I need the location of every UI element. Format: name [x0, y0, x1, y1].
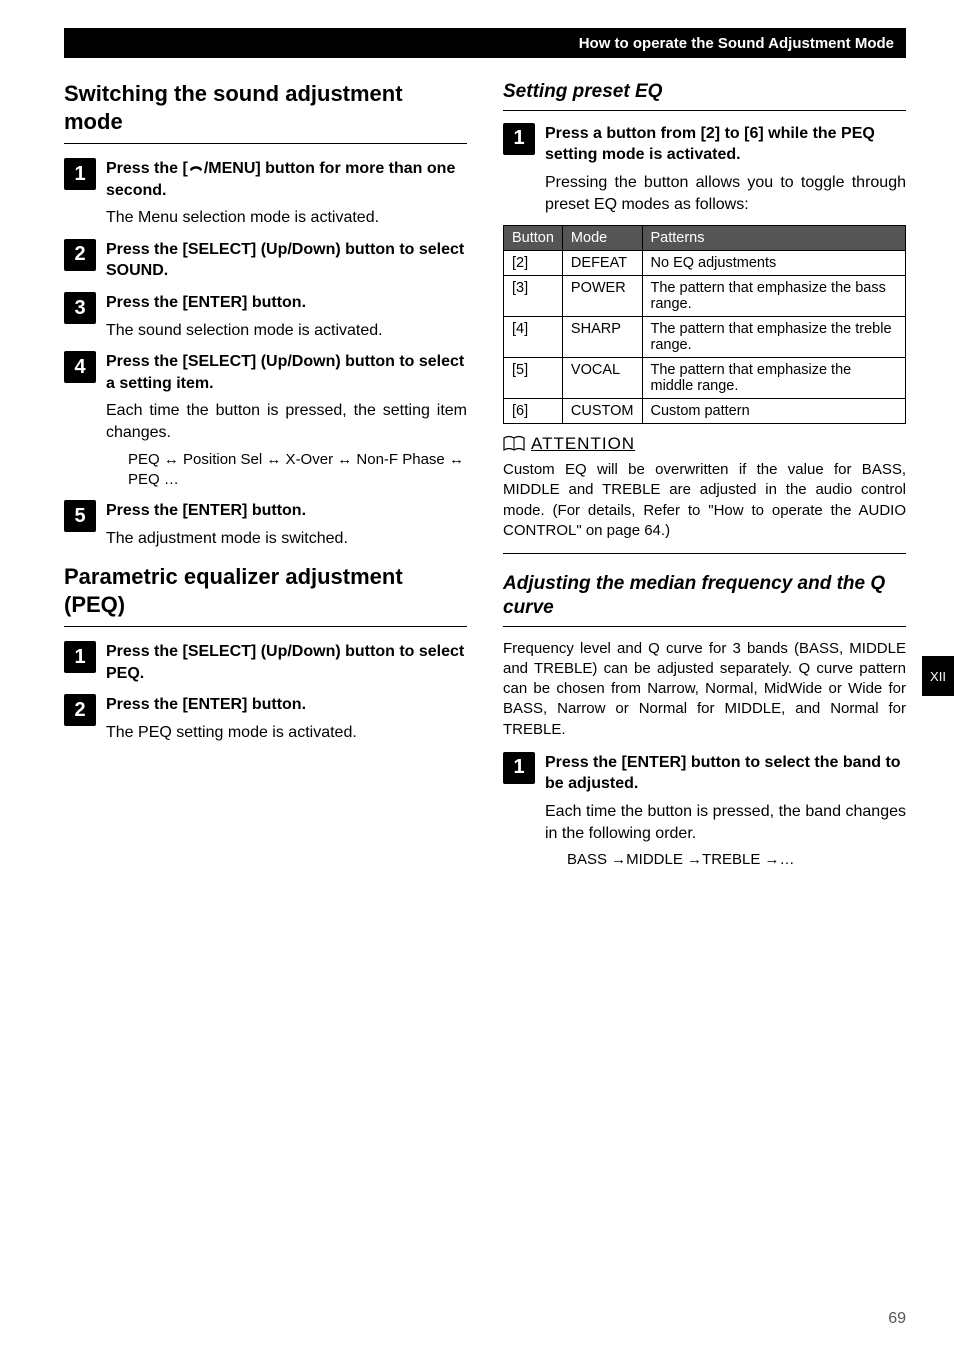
- subhead-preset-eq: Setting preset EQ: [503, 80, 906, 104]
- step-number: 5: [64, 500, 96, 532]
- section-title-peq: Parametric equalizer adjustment (PEQ): [64, 563, 467, 618]
- section-tab: XII: [922, 656, 954, 696]
- page-number: 69: [888, 1310, 906, 1328]
- step-desc: Pressing the button allows you to toggle…: [545, 172, 906, 215]
- step-desc: The adjustment mode is switched.: [106, 528, 467, 550]
- step-desc: Each time the button is pressed, the ban…: [545, 801, 906, 844]
- step-title: Press a button from [2] to [6] while the…: [545, 125, 875, 164]
- step-2: 2 Press the [SELECT] (Up/Down) button to…: [64, 239, 467, 282]
- step-body: Press the [SELECT] (Up/Down) button to s…: [106, 641, 467, 684]
- step-number: 4: [64, 351, 96, 383]
- step-body: Press the [ENTER] button. The PEQ settin…: [106, 694, 467, 743]
- step-title: Press the [ENTER] button to select the b…: [545, 754, 901, 793]
- intro-text: Frequency level and Q curve for 3 bands …: [503, 639, 906, 740]
- step-5: 5 Press the [ENTER] button. The adjustme…: [64, 500, 467, 549]
- step-body: Press the [SELECT] (Up/Down) button to s…: [106, 239, 467, 282]
- step-desc: Each time the button is pressed, the set…: [106, 400, 467, 443]
- step-title: Press the [ENTER] button.: [106, 696, 306, 713]
- step-number: 1: [503, 752, 535, 784]
- attention-heading: ATTENTION: [503, 434, 906, 454]
- divider: [64, 626, 467, 627]
- step-sequence: PEQ ↔ Position Sel ↔ X-Over ↔ Non-F Phas…: [106, 450, 467, 491]
- two-column-layout: Switching the sound adjustment mode 1 Pr…: [64, 80, 906, 881]
- step-body: Press the [/MENU] button for more than o…: [106, 158, 467, 229]
- step-desc: The Menu selection mode is activated.: [106, 207, 467, 229]
- header-bar: How to operate the Sound Adjustment Mode: [64, 28, 906, 58]
- step-title-part-a: Press the [: [106, 160, 188, 177]
- cell-patterns: The pattern that emphasize the middle ra…: [642, 358, 906, 399]
- step-body: Press the [ENTER] button. The sound sele…: [106, 292, 467, 341]
- left-column: Switching the sound adjustment mode 1 Pr…: [64, 80, 467, 881]
- cell-button: [6]: [504, 399, 563, 424]
- th-patterns: Patterns: [642, 226, 906, 251]
- th-mode: Mode: [562, 226, 642, 251]
- cell-mode: SHARP: [562, 317, 642, 358]
- cell-mode: VOCAL: [562, 358, 642, 399]
- cell-patterns: No EQ adjustments: [642, 251, 906, 276]
- peq-step-2: 2 Press the [ENTER] button. The PEQ sett…: [64, 694, 467, 743]
- cell-button: [4]: [504, 317, 563, 358]
- step-title: Press the [SELECT] (Up/Down) button to s…: [106, 241, 464, 280]
- step-desc: The PEQ setting mode is activated.: [106, 722, 467, 744]
- cell-mode: POWER: [562, 276, 642, 317]
- step-title: Press the [ENTER] button.: [106, 294, 306, 311]
- divider: [503, 110, 906, 111]
- divider: [64, 143, 467, 144]
- th-button: Button: [504, 226, 563, 251]
- step-title: Press the [ENTER] button.: [106, 502, 306, 519]
- eq-mode-table: Button Mode Patterns [2] DEFEAT No EQ ad…: [503, 225, 906, 424]
- attention-title: ATTENTION: [531, 434, 635, 454]
- book-icon: [503, 435, 525, 453]
- cell-mode: CUSTOM: [562, 399, 642, 424]
- table-row: [3] POWER The pattern that emphasize the…: [504, 276, 906, 317]
- step-title: Press the [/MENU] button for more than o…: [106, 160, 455, 199]
- step-body: Press a button from [2] to [6] while the…: [545, 123, 906, 215]
- preset-step-1: 1 Press a button from [2] to [6] while t…: [503, 123, 906, 215]
- step-number: 2: [64, 694, 96, 726]
- cell-mode: DEFEAT: [562, 251, 642, 276]
- step-sequence: BASS →MIDDLE →TREBLE →…: [545, 850, 906, 870]
- peq-step-1: 1 Press the [SELECT] (Up/Down) button to…: [64, 641, 467, 684]
- qcurve-step-1: 1 Press the [ENTER] button to select the…: [503, 752, 906, 871]
- step-number: 3: [64, 292, 96, 324]
- attention-body: Custom EQ will be overwritten if the val…: [503, 454, 906, 554]
- cell-button: [5]: [504, 358, 563, 399]
- step-1: 1 Press the [/MENU] button for more than…: [64, 158, 467, 229]
- subhead-median-q: Adjusting the median frequency and the Q…: [503, 572, 906, 620]
- cell-patterns: The pattern that emphasize the treble ra…: [642, 317, 906, 358]
- step-number: 1: [503, 123, 535, 155]
- step-body: Press the [ENTER] button. The adjustment…: [106, 500, 467, 549]
- cell-button: [2]: [504, 251, 563, 276]
- step-title: Press the [SELECT] (Up/Down) button to s…: [106, 353, 464, 392]
- step-3: 3 Press the [ENTER] button. The sound se…: [64, 292, 467, 341]
- table-row: [6] CUSTOM Custom pattern: [504, 399, 906, 424]
- page: How to operate the Sound Adjustment Mode…: [0, 0, 954, 1352]
- cell-button: [3]: [504, 276, 563, 317]
- step-number: 1: [64, 158, 96, 190]
- step-4: 4 Press the [SELECT] (Up/Down) button to…: [64, 351, 467, 490]
- cell-patterns: Custom pattern: [642, 399, 906, 424]
- table-row: [2] DEFEAT No EQ adjustments: [504, 251, 906, 276]
- right-column: Setting preset EQ 1 Press a button from …: [503, 80, 906, 881]
- divider: [503, 626, 906, 627]
- table-row: [4] SHARP The pattern that emphasize the…: [504, 317, 906, 358]
- step-desc: The sound selection mode is activated.: [106, 320, 467, 342]
- step-number: 2: [64, 239, 96, 271]
- phone-menu-icon: [188, 158, 204, 180]
- section-title-switching: Switching the sound adjustment mode: [64, 80, 467, 135]
- table-row: [5] VOCAL The pattern that emphasize the…: [504, 358, 906, 399]
- step-body: Press the [SELECT] (Up/Down) button to s…: [106, 351, 467, 490]
- step-body: Press the [ENTER] button to select the b…: [545, 752, 906, 871]
- header-title: How to operate the Sound Adjustment Mode: [579, 35, 894, 52]
- table-header-row: Button Mode Patterns: [504, 226, 906, 251]
- cell-patterns: The pattern that emphasize the bass rang…: [642, 276, 906, 317]
- step-number: 1: [64, 641, 96, 673]
- step-title: Press the [SELECT] (Up/Down) button to s…: [106, 643, 464, 682]
